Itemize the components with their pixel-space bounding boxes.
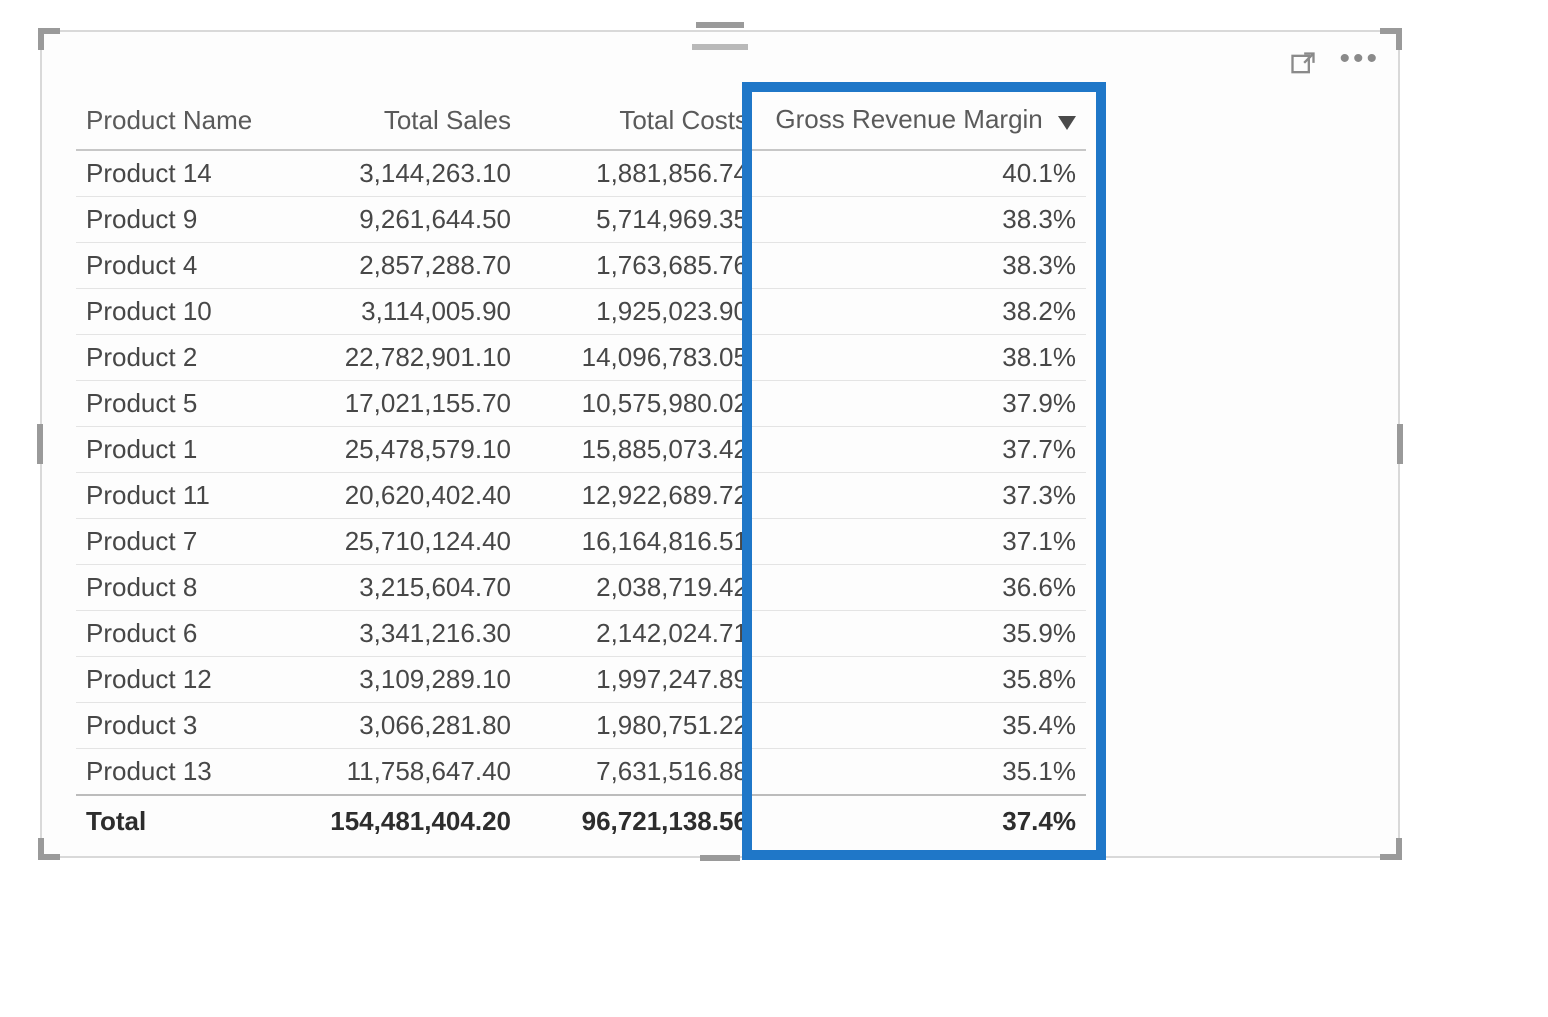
table-total-row: Total 154,481,404.20 96,721,138.56 37.4%	[76, 795, 1086, 844]
total-label: Total	[76, 795, 281, 844]
cell-total-costs: 10,575,980.02	[521, 380, 758, 426]
column-header-product-name[interactable]: Product Name	[76, 94, 281, 150]
cell-total-sales: 3,109,289.10	[281, 656, 521, 702]
cell-total-sales: 3,215,604.70	[281, 564, 521, 610]
cell-gross-revenue-margin: 37.9%	[758, 380, 1086, 426]
table-row[interactable]: Product 725,710,124.4016,164,816.5137.1%	[76, 518, 1086, 564]
cell-gross-revenue-margin: 35.4%	[758, 702, 1086, 748]
table-row[interactable]: Product 1120,620,402.4012,922,689.7237.3…	[76, 472, 1086, 518]
table-header-row: Product Name Total Sales Total Costs Gro…	[76, 94, 1086, 150]
cell-product-name: Product 5	[76, 380, 281, 426]
drag-handle-icon[interactable]	[696, 22, 744, 28]
table-row[interactable]: Product 42,857,288.701,763,685.7638.3%	[76, 242, 1086, 288]
resize-handle-right[interactable]	[1397, 424, 1403, 464]
table-row[interactable]: Product 63,341,216.302,142,024.7135.9%	[76, 610, 1086, 656]
cell-product-name: Product 6	[76, 610, 281, 656]
cell-product-name: Product 4	[76, 242, 281, 288]
cell-total-sales: 2,857,288.70	[281, 242, 521, 288]
cell-gross-revenue-margin: 40.1%	[758, 150, 1086, 197]
cell-gross-revenue-margin: 35.8%	[758, 656, 1086, 702]
total-sales: 154,481,404.20	[281, 795, 521, 844]
column-header-total-costs[interactable]: Total Costs	[521, 94, 758, 150]
cell-product-name: Product 3	[76, 702, 281, 748]
cell-total-costs: 1,925,023.90	[521, 288, 758, 334]
table-visual-container[interactable]: ••• Product Name Total Sales Total Costs…	[40, 30, 1400, 858]
resize-handle-bottom[interactable]	[700, 855, 740, 861]
cell-total-costs: 1,980,751.22	[521, 702, 758, 748]
table-row[interactable]: Product 103,114,005.901,925,023.9038.2%	[76, 288, 1086, 334]
column-header-label: Gross Revenue Margin	[775, 104, 1042, 134]
cell-total-sales: 17,021,155.70	[281, 380, 521, 426]
cell-total-sales: 25,478,579.10	[281, 426, 521, 472]
cell-total-sales: 22,782,901.10	[281, 334, 521, 380]
cell-gross-revenue-margin: 38.2%	[758, 288, 1086, 334]
table-row[interactable]: Product 222,782,901.1014,096,783.0538.1%	[76, 334, 1086, 380]
cell-gross-revenue-margin: 38.3%	[758, 242, 1086, 288]
cell-gross-revenue-margin: 37.3%	[758, 472, 1086, 518]
cell-total-costs: 2,142,024.71	[521, 610, 758, 656]
cell-total-sales: 3,144,263.10	[281, 150, 521, 197]
cell-total-costs: 16,164,816.51	[521, 518, 758, 564]
table-row[interactable]: Product 125,478,579.1015,885,073.4237.7%	[76, 426, 1086, 472]
table-row[interactable]: Product 83,215,604.702,038,719.4236.6%	[76, 564, 1086, 610]
cell-total-costs: 1,881,856.74	[521, 150, 758, 197]
cell-total-costs: 12,922,689.72	[521, 472, 758, 518]
cell-product-name: Product 2	[76, 334, 281, 380]
sort-descending-icon	[1058, 106, 1076, 137]
cell-gross-revenue-margin: 38.3%	[758, 196, 1086, 242]
cell-gross-revenue-margin: 35.1%	[758, 748, 1086, 795]
cell-product-name: Product 1	[76, 426, 281, 472]
resize-handle-bottom-right[interactable]	[1380, 838, 1402, 860]
column-header-total-sales[interactable]: Total Sales	[281, 94, 521, 150]
cell-total-sales: 3,114,005.90	[281, 288, 521, 334]
cell-product-name: Product 12	[76, 656, 281, 702]
resize-handle-top-left[interactable]	[38, 28, 60, 50]
resize-handle-top-right[interactable]	[1380, 28, 1402, 50]
table-row[interactable]: Product 99,261,644.505,714,969.3538.3%	[76, 196, 1086, 242]
cell-total-sales: 20,620,402.40	[281, 472, 521, 518]
cell-gross-revenue-margin: 35.9%	[758, 610, 1086, 656]
cell-total-costs: 1,763,685.76	[521, 242, 758, 288]
more-options-icon[interactable]: •••	[1339, 53, 1380, 75]
cell-total-sales: 3,341,216.30	[281, 610, 521, 656]
cell-total-sales: 3,066,281.80	[281, 702, 521, 748]
cell-product-name: Product 10	[76, 288, 281, 334]
cell-product-name: Product 7	[76, 518, 281, 564]
cell-gross-revenue-margin: 37.7%	[758, 426, 1086, 472]
cell-total-sales: 11,758,647.40	[281, 748, 521, 795]
total-costs: 96,721,138.56	[521, 795, 758, 844]
cell-gross-revenue-margin: 36.6%	[758, 564, 1086, 610]
cell-total-costs: 2,038,719.42	[521, 564, 758, 610]
cell-gross-revenue-margin: 37.1%	[758, 518, 1086, 564]
data-table: Product Name Total Sales Total Costs Gro…	[76, 94, 1086, 844]
table-row[interactable]: Product 517,021,155.7010,575,980.0237.9%	[76, 380, 1086, 426]
cell-total-costs: 7,631,516.88	[521, 748, 758, 795]
cell-total-sales: 9,261,644.50	[281, 196, 521, 242]
table-row[interactable]: Product 1311,758,647.407,631,516.8835.1%	[76, 748, 1086, 795]
column-header-gross-revenue-margin[interactable]: Gross Revenue Margin	[758, 94, 1086, 150]
cell-total-costs: 14,096,783.05	[521, 334, 758, 380]
table-row[interactable]: Product 143,144,263.101,881,856.7440.1%	[76, 150, 1086, 197]
cell-product-name: Product 11	[76, 472, 281, 518]
table-row[interactable]: Product 123,109,289.101,997,247.8935.8%	[76, 656, 1086, 702]
cell-total-costs: 5,714,969.35	[521, 196, 758, 242]
table-row[interactable]: Product 33,066,281.801,980,751.2235.4%	[76, 702, 1086, 748]
cell-gross-revenue-margin: 38.1%	[758, 334, 1086, 380]
cell-total-costs: 15,885,073.42	[521, 426, 758, 472]
resize-handle-bottom-left[interactable]	[38, 838, 60, 860]
cell-product-name: Product 14	[76, 150, 281, 197]
cell-product-name: Product 9	[76, 196, 281, 242]
cell-product-name: Product 8	[76, 564, 281, 610]
cell-total-costs: 1,997,247.89	[521, 656, 758, 702]
cell-product-name: Product 13	[76, 748, 281, 795]
cell-total-sales: 25,710,124.40	[281, 518, 521, 564]
focus-mode-icon[interactable]	[1289, 50, 1317, 78]
resize-handle-left[interactable]	[37, 424, 43, 464]
total-margin: 37.4%	[758, 795, 1086, 844]
